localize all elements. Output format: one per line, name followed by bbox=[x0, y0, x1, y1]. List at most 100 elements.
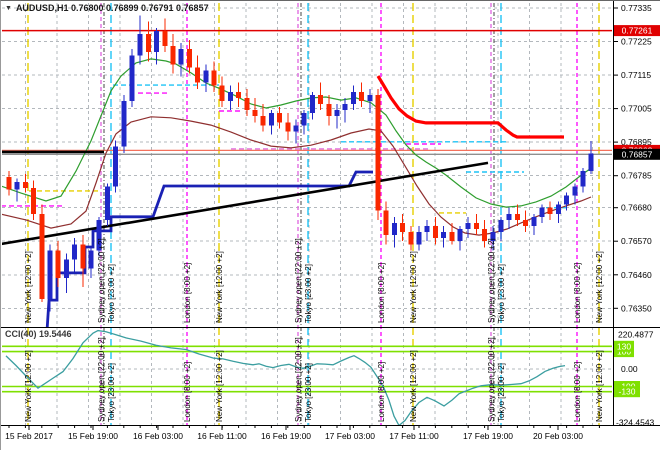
svg-text:-130: -130 bbox=[618, 387, 635, 397]
candle-body bbox=[162, 30, 168, 47]
price-axis-label: 0.77225 bbox=[621, 37, 652, 47]
candle-body bbox=[334, 110, 340, 117]
session-label: Sydney open [22:00 +2] bbox=[97, 337, 106, 422]
blue-step-line bbox=[45, 170, 373, 327]
cci-axis-max: 220.4877 bbox=[618, 330, 654, 340]
chart-canvas[interactable]: New York [12:00 +2] Sydney open [22:00 +2… bbox=[1, 1, 660, 450]
session-label: London [8:00 +2] bbox=[377, 362, 386, 422]
candle-body bbox=[432, 226, 438, 239]
price-axis-label: 0.77335 bbox=[621, 3, 652, 13]
session-label: New York [12:00 +2] bbox=[215, 350, 224, 422]
candle-body bbox=[465, 222, 471, 229]
price-axis-label: 0.77005 bbox=[621, 104, 652, 114]
price-axis-label: 0.76460 bbox=[621, 270, 652, 280]
candle-body bbox=[236, 91, 242, 98]
session-label: Sydney open [22:00 +2] bbox=[294, 238, 303, 323]
candle-body bbox=[498, 219, 504, 233]
candle-body bbox=[580, 171, 586, 187]
candle-body bbox=[350, 91, 356, 104]
cci-axis-zero: 0.00 bbox=[621, 364, 638, 374]
candle-body bbox=[39, 213, 45, 300]
candle-body bbox=[391, 222, 397, 236]
svg-text:0.77261: 0.77261 bbox=[622, 26, 653, 36]
time-axis-label: 17 Feb 11:00 bbox=[389, 431, 439, 441]
candle-body bbox=[129, 55, 135, 101]
candle-body bbox=[523, 219, 529, 226]
candle-body bbox=[383, 210, 389, 236]
candle-body bbox=[416, 232, 422, 245]
session-label: New York [12:00 +2] bbox=[409, 251, 418, 323]
cci-axis-min: -324.4543 bbox=[616, 418, 655, 428]
price-axis-label: 0.76785 bbox=[621, 171, 652, 181]
candle-body bbox=[309, 94, 315, 114]
candle-body bbox=[449, 232, 455, 242]
candle-body bbox=[219, 85, 225, 101]
session-label: London [8:00 +2] bbox=[183, 362, 192, 422]
candle-body bbox=[375, 94, 381, 211]
candle-body bbox=[203, 70, 209, 83]
symbol-dropdown-icon[interactable]: ▼ bbox=[5, 4, 12, 13]
candle-body bbox=[564, 195, 570, 205]
price-axis[interactable]: 0.773350.772250.771150.770050.768950.767… bbox=[614, 3, 660, 428]
candle-body bbox=[514, 213, 520, 220]
session-label: New York [12:00 +2] bbox=[409, 350, 418, 422]
session-label: Tokyo [23:00 +2] bbox=[304, 363, 313, 422]
session-label: New York [12:00 +2] bbox=[595, 251, 604, 323]
candle-body bbox=[260, 116, 266, 126]
session-label: London [8:00 +2] bbox=[573, 362, 582, 422]
time-axis-label: 16 Feb 03:00 bbox=[133, 431, 183, 441]
candle-body bbox=[277, 113, 283, 123]
price-badge-resistance: 0.77261 bbox=[614, 25, 660, 37]
candle-body bbox=[539, 207, 545, 217]
candle-body bbox=[195, 67, 201, 83]
session-label: Sydney open [22:00 +2] bbox=[487, 238, 496, 323]
time-axis[interactable]: 15 Feb 2017 15 Feb 19:00 16 Feb 03:00 16 Fe… bbox=[5, 426, 600, 441]
session-label: London [8:00 +2] bbox=[573, 263, 582, 323]
candle-body bbox=[293, 125, 299, 132]
candle-body bbox=[6, 177, 12, 190]
time-axis-label: 15 Feb 2017 bbox=[5, 431, 53, 441]
chart-title-overlay: ▼ AUDUSD,H1 0.76800 0.76899 0.76791 0.76… bbox=[5, 3, 209, 13]
time-axis-label: 16 Feb 19:00 bbox=[261, 431, 311, 441]
red-step-line bbox=[376, 75, 564, 139]
candle-body bbox=[268, 113, 274, 126]
candle-body bbox=[154, 30, 160, 53]
candle-body bbox=[301, 113, 307, 126]
session-label: New York [12:00 +2] bbox=[24, 251, 33, 323]
main-plot-area[interactable]: New York [12:00 +2] Sydney open [22:00 +2… bbox=[1, 15, 613, 331]
svg-text:130: 130 bbox=[617, 341, 631, 351]
candle-body bbox=[121, 101, 127, 147]
candle-body bbox=[88, 250, 94, 269]
candle-body bbox=[367, 94, 373, 101]
price-axis-label: 0.77115 bbox=[621, 70, 651, 80]
candle-body bbox=[244, 97, 250, 111]
candle-body bbox=[178, 49, 184, 65]
svg-text:0.76857: 0.76857 bbox=[622, 149, 653, 159]
candle-body bbox=[473, 222, 479, 229]
candle-body bbox=[186, 49, 192, 68]
time-axis-label: 17 Feb 19:00 bbox=[463, 431, 513, 441]
mt4-chart-window: New York [12:00 +2] Sydney open [22:00 +2… bbox=[0, 0, 660, 450]
session-label: Tokyo [23:00 +2] bbox=[497, 264, 506, 323]
session-label: Sydney open [22:00 +2] bbox=[487, 337, 496, 422]
cci-badge-130: 130 bbox=[614, 340, 634, 352]
candle-body bbox=[31, 187, 37, 214]
session-label: New York [12:00 +2] bbox=[595, 350, 604, 422]
session-label: Sydney open [22:00 +2] bbox=[294, 337, 303, 422]
time-axis-label: 17 Feb 03:00 bbox=[325, 431, 375, 441]
candle-body bbox=[359, 91, 365, 101]
session-label: Sydney open [22:00 +2] bbox=[97, 238, 106, 323]
time-axis-label: 15 Feb 19:00 bbox=[68, 431, 118, 441]
session-label: New York [12:00 +2] bbox=[24, 350, 33, 422]
cci-plot-area[interactable]: New York [12:00 +2] Sydney open [22:00 +2… bbox=[1, 329, 613, 426]
candle-body bbox=[400, 222, 406, 233]
cci-indicator-title: CCI(40) 19.5446 bbox=[5, 329, 72, 339]
time-axis-label: 20 Feb 03:00 bbox=[533, 431, 583, 441]
candle-body bbox=[72, 244, 78, 260]
session-label: Tokyo [23:00 +2] bbox=[107, 363, 116, 422]
candle-body bbox=[457, 229, 463, 242]
candle-body bbox=[572, 186, 578, 196]
candle-body bbox=[227, 91, 233, 101]
candle-body bbox=[506, 213, 512, 220]
cci-badge-neg130: -130 bbox=[614, 386, 640, 398]
